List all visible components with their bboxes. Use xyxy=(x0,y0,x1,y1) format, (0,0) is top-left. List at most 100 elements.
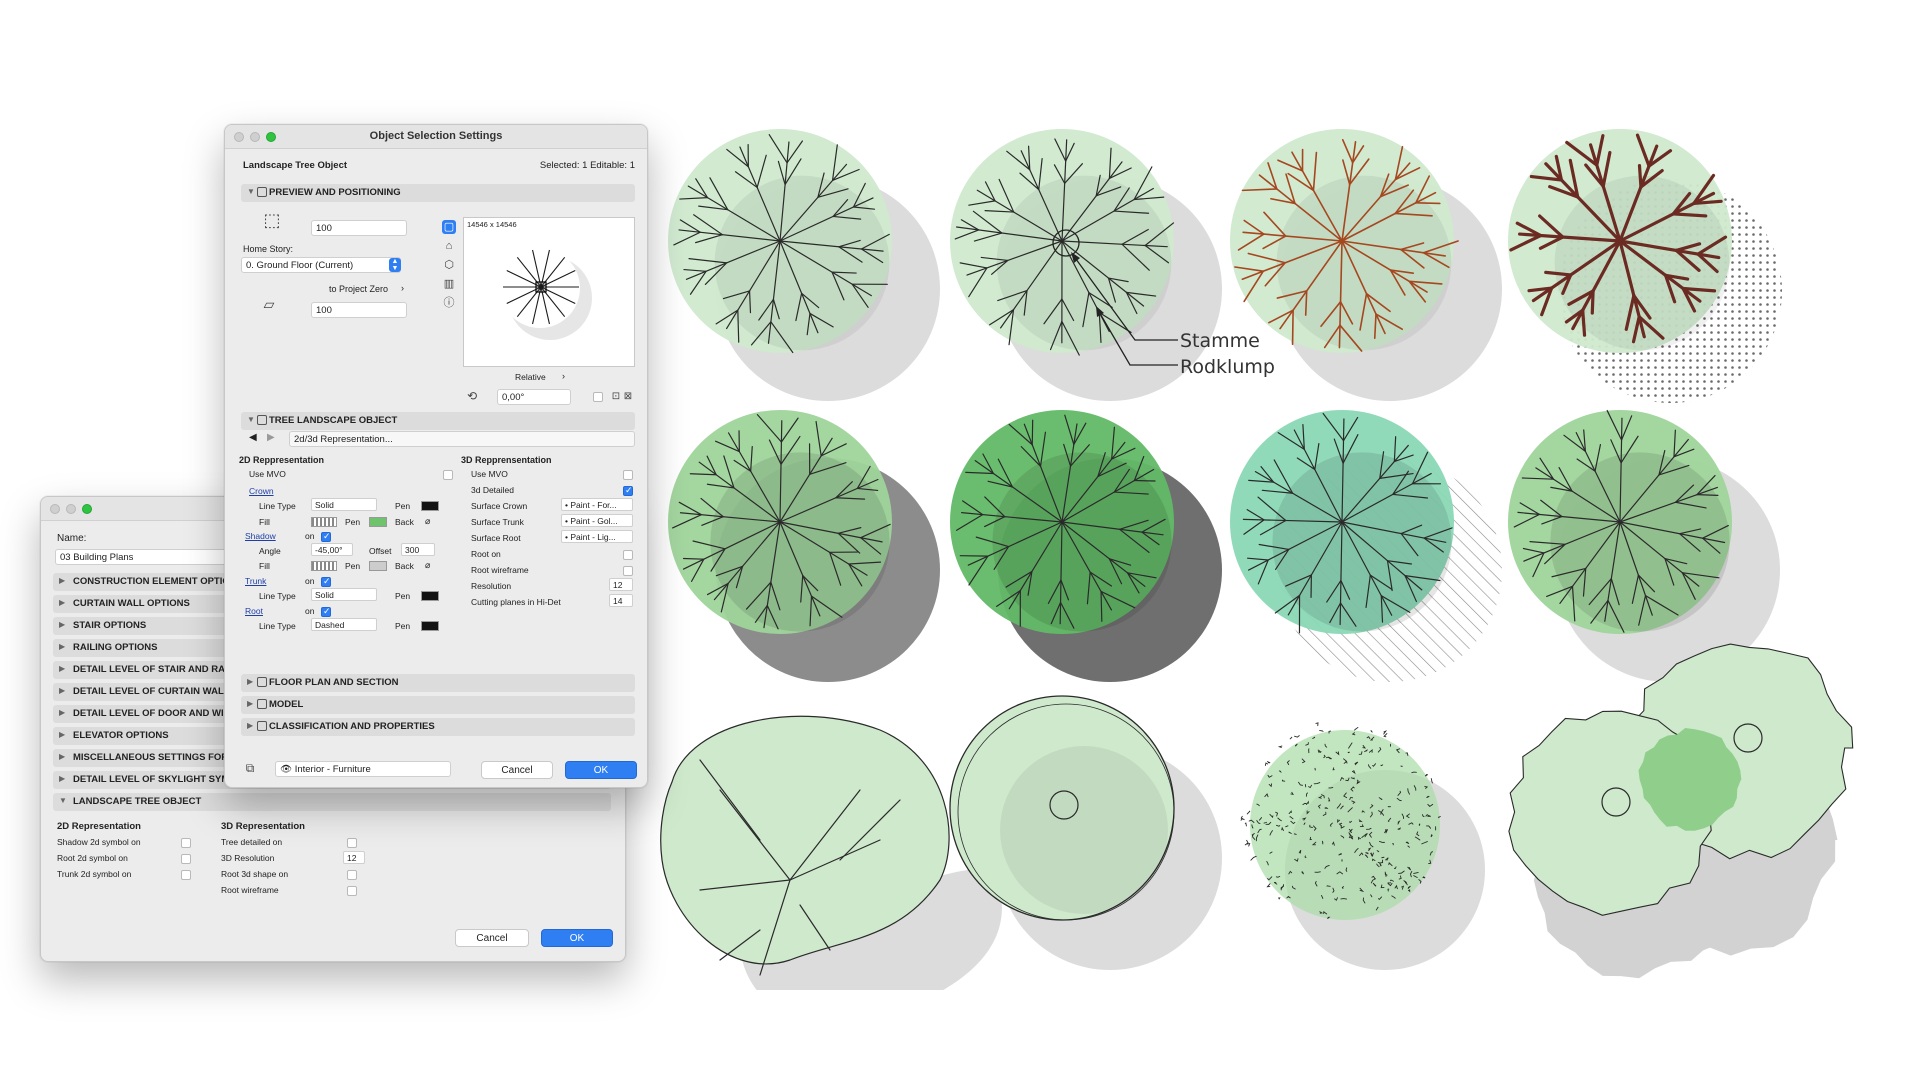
back-rep2d-checkbox[interactable] xyxy=(181,854,191,864)
leaf-mark xyxy=(1383,733,1388,738)
height-field[interactable]: 100 xyxy=(311,220,407,236)
shadow-pen-swatch[interactable] xyxy=(369,561,387,571)
twig-line xyxy=(1590,289,1595,315)
back-resolution-field[interactable]: 12 xyxy=(343,851,365,864)
root-pen-swatch[interactable] xyxy=(421,621,439,631)
surface-crown-label: Surface Crown xyxy=(471,501,528,511)
root-wireframe-checkbox[interactable] xyxy=(623,566,633,576)
back-rep2d-checkbox[interactable] xyxy=(181,838,191,848)
back-rep3d-item: Root 3d shape on xyxy=(221,869,289,879)
twig-line xyxy=(1696,494,1719,496)
section-view-icon[interactable]: ▥ xyxy=(442,277,456,291)
model-cube-icon xyxy=(257,699,267,709)
next-page-icon[interactable]: ▶ xyxy=(267,432,275,443)
back-rep2d-checkbox[interactable] xyxy=(181,870,191,880)
layer-select[interactable]: 👁 Interior - Furniture xyxy=(275,761,451,777)
crown-fill-pen-label: Pen xyxy=(345,517,361,527)
back-section-10[interactable]: ▼ LANDSCAPE TREE OBJECT xyxy=(53,793,611,811)
leaf-mark xyxy=(1326,885,1331,887)
preview-size-label: 14546 x 14546 xyxy=(467,220,517,229)
leaf-mark xyxy=(1246,843,1251,847)
back-rep3d-checkbox[interactable] xyxy=(347,870,357,880)
back-section-label: ELEVATOR OPTIONS xyxy=(73,730,169,741)
trunk-pen-swatch[interactable] xyxy=(421,591,439,601)
floor-plan-section[interactable]: ▶ FLOOR PLAN AND SECTION xyxy=(241,674,635,692)
representation-page-select[interactable]: 2d/3d Representation... xyxy=(289,431,635,447)
crown-fill-pen-swatch[interactable] xyxy=(369,517,387,527)
chevron-right-icon: ▶ xyxy=(247,699,254,708)
cutting-planes-field[interactable]: 14 xyxy=(609,594,633,607)
tree-landscape-section[interactable]: ▼ TREE LANDSCAPE OBJECT xyxy=(241,412,635,430)
root-on-3d-checkbox[interactable] xyxy=(623,550,633,560)
angle-field[interactable]: 0,00° xyxy=(497,389,571,405)
trunk-line-type-select[interactable]: Solid xyxy=(311,588,377,601)
crown-line-type-select[interactable]: Solid xyxy=(311,498,377,511)
leaf-mark xyxy=(1289,736,1293,740)
back-section-label: RAILING OPTIONS xyxy=(73,642,158,653)
use-mvo-2d-checkbox[interactable] xyxy=(443,470,453,480)
leaf-mark xyxy=(1315,722,1319,727)
preview-positioning-section[interactable]: ▼ PREVIEW AND POSITIONING xyxy=(241,184,635,202)
relative-label[interactable]: Relative xyxy=(515,372,546,382)
shadow-offset-field[interactable]: 300 xyxy=(401,543,435,556)
minimize-button[interactable] xyxy=(66,504,76,514)
surface-trunk-select[interactable]: • Paint - Gol... xyxy=(561,514,633,527)
crown-link[interactable]: Crown xyxy=(249,486,274,496)
zoom-button[interactable] xyxy=(82,504,92,514)
shadow-on-checkbox[interactable] xyxy=(321,531,331,542)
home-story-select[interactable]: 0. Ground Floor (Current) xyxy=(241,257,401,273)
twig-line xyxy=(682,557,705,560)
3d-view-icon[interactable]: ⬡ xyxy=(442,258,456,272)
ok-button[interactable]: OK xyxy=(565,761,637,779)
shadow-angle-field[interactable]: -45,00° xyxy=(311,543,353,556)
chevron-right-icon[interactable]: › xyxy=(401,283,404,293)
trunk-link[interactable]: Trunk xyxy=(245,576,266,586)
to-project-zero[interactable]: to Project Zero xyxy=(329,284,388,294)
leaf-mark xyxy=(1266,883,1271,888)
plan-view-icon[interactable]: ⌂ xyxy=(442,239,456,253)
back-rep3d-checkbox[interactable] xyxy=(347,886,357,896)
chevron-right-icon[interactable]: › xyxy=(562,371,565,381)
trunk-on-checkbox[interactable] xyxy=(321,576,331,587)
no-background-icon[interactable]: ⌀ xyxy=(425,516,430,527)
back-section-label: STAIR OPTIONS xyxy=(73,620,147,631)
symbol-view-icon[interactable]: ▢ xyxy=(442,220,456,234)
no-background-icon[interactable]: ⌀ xyxy=(425,560,430,571)
shadow-angle-label: Angle xyxy=(259,546,281,556)
info-icon[interactable]: ⓘ xyxy=(442,296,456,310)
shadow-fill-swatch[interactable] xyxy=(311,561,337,571)
surface-root-select[interactable]: • Paint - Lig... xyxy=(561,530,633,543)
anchor-cross-icon[interactable]: ⊠ xyxy=(621,390,635,404)
previous-page-icon[interactable]: ◀ xyxy=(249,432,257,443)
twig-line xyxy=(1637,163,1643,189)
crown-pen-swatch[interactable] xyxy=(421,501,439,511)
model-section[interactable]: ▶ MODEL xyxy=(241,696,635,714)
mirror-checkbox[interactable] xyxy=(593,392,603,402)
use-mvo-3d-label: Use MVO xyxy=(471,469,508,479)
cancel-button[interactable]: Cancel xyxy=(481,761,553,779)
3d-detailed-checkbox[interactable] xyxy=(623,485,633,496)
root-line-type-select[interactable]: Dashed xyxy=(311,618,377,631)
home-story-stepper-icon[interactable]: ▲ ▼ xyxy=(389,258,401,272)
surface-crown-select[interactable]: • Paint - For... xyxy=(561,498,633,511)
back-rep3d-item: Root wireframe xyxy=(221,885,279,895)
elevation-field[interactable]: 100 xyxy=(311,302,407,318)
shadow-link[interactable]: Shadow xyxy=(245,531,276,541)
tree-symbols-illustration: Stamme Rodklump xyxy=(660,129,1854,990)
scribble-crown xyxy=(1250,730,1440,920)
classification-section[interactable]: ▶ CLASSIFICATION AND PROPERTIES xyxy=(241,718,635,736)
use-mvo-3d-checkbox[interactable] xyxy=(623,470,633,480)
back-ok-button[interactable]: OK xyxy=(541,929,613,947)
back-rep3d-checkbox[interactable] xyxy=(347,838,357,848)
ring-overlap xyxy=(1000,746,1168,914)
back-cancel-button[interactable]: Cancel xyxy=(455,929,529,947)
shadow-offset-label: Offset xyxy=(369,546,392,556)
root-on-checkbox[interactable] xyxy=(321,606,331,617)
leaf-mark xyxy=(1246,810,1251,815)
close-button[interactable] xyxy=(50,504,60,514)
back-rep2d-title: 2D Representation xyxy=(57,821,141,832)
object-selection-settings-window: Object Selection Settings Landscape Tree… xyxy=(224,124,648,788)
root-link[interactable]: Root xyxy=(245,606,263,616)
crown-fill-swatch[interactable] xyxy=(311,517,337,527)
resolution-field[interactable]: 12 xyxy=(609,578,633,591)
